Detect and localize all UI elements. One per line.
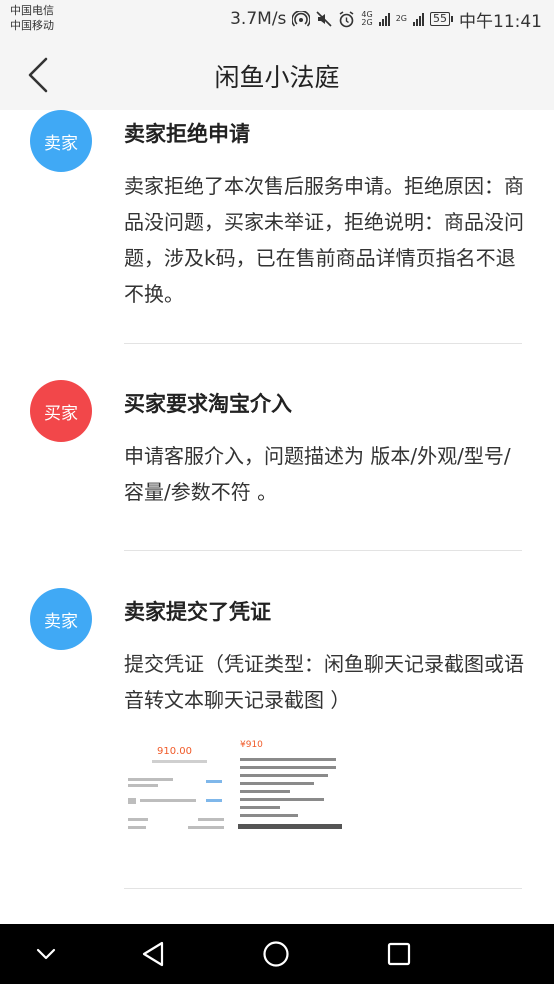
hotspot-icon xyxy=(292,11,311,27)
chevron-down-icon xyxy=(36,948,56,960)
avatar: 卖家 xyxy=(30,110,92,172)
evidence-screenshot-chat: ¥910 xyxy=(238,732,346,840)
carrier-2: 中国移动 xyxy=(10,19,54,32)
evidence-chat-price: ¥910 xyxy=(240,740,263,750)
divider xyxy=(124,550,522,551)
timeline[interactable]: 卖家 卖家拒绝申请 卖家拒绝了本次售后服务申请。拒绝原因：商品没问题，买家未举证… xyxy=(0,110,554,924)
clock: 中午11:41 xyxy=(459,11,542,32)
evidence-image[interactable]: 910.00 ¥910 xyxy=(124,732,346,840)
battery-level: 55 xyxy=(430,12,450,26)
carrier-labels: 中国电信 中国移动 xyxy=(10,3,54,33)
signal-icon xyxy=(378,12,390,26)
system-recents-button[interactable] xyxy=(383,938,415,970)
network-type-label: 4G 2G xyxy=(361,10,373,27)
hide-nav-button[interactable] xyxy=(30,938,62,970)
network-type-label-2: 2G xyxy=(395,14,407,23)
avatar: 买家 xyxy=(30,380,92,442)
entry-title: 卖家提交了凭证 xyxy=(124,600,271,624)
signal-icon-2 xyxy=(413,12,424,26)
system-nav-bar xyxy=(0,924,554,984)
status-icons: 3.7M/s 4G 2G 2G 55 中午11:41 xyxy=(230,8,542,32)
carrier-1: 中国电信 xyxy=(10,4,54,17)
page-title: 闲鱼小法庭 xyxy=(214,63,340,92)
divider xyxy=(124,343,522,344)
system-home-button[interactable] xyxy=(260,938,292,970)
alarm-icon xyxy=(338,10,355,28)
entry-title: 卖家拒绝申请 xyxy=(124,122,250,146)
entry-body: 申请客服介入，问题描述为 版本/外观/型号/容量/参数不符 。 xyxy=(124,444,511,504)
battery-icon: 55 xyxy=(430,12,453,26)
header-bar: 闲鱼小法庭 xyxy=(0,40,554,110)
back-triangle-icon xyxy=(142,941,164,967)
network-speed: 3.7M/s xyxy=(230,9,287,29)
evidence-screenshot-order: 910.00 xyxy=(124,732,228,840)
entry-title: 买家要求淘宝介入 xyxy=(124,392,292,416)
entry-body: 提交凭证（凭证类型：闲鱼聊天记录截图或语音转文本聊天记录截图 ） xyxy=(124,652,524,712)
entry-body: 卖家拒绝了本次售后服务申请。拒绝原因：商品没问题，买家未举证，拒绝说明：商品没问… xyxy=(124,174,524,306)
status-bar: 中国电信 中国移动 3.7M/s 4G 2G 2G 55 中午11:41 xyxy=(0,0,554,40)
mute-icon xyxy=(316,11,332,27)
evidence-price: 910.00 xyxy=(157,746,192,757)
avatar: 卖家 xyxy=(30,588,92,650)
recents-square-icon xyxy=(387,942,411,966)
divider xyxy=(124,888,522,889)
home-circle-icon xyxy=(263,941,289,967)
system-back-button[interactable] xyxy=(137,938,169,970)
